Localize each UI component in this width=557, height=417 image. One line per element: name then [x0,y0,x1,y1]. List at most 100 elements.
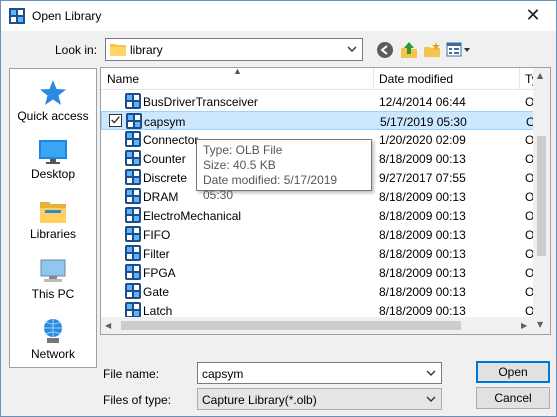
filename-label: File name: [103,367,160,381]
computer-icon [40,259,66,282]
file-row[interactable]: ElectroMechanical 8/18/2009 00:13 OI [101,206,550,225]
column-name[interactable]: Name [107,72,139,86]
file-date: 8/18/2009 00:13 [379,152,466,166]
olb-file-icon [125,93,141,109]
file-date: 8/18/2009 00:13 [379,228,466,242]
place-this-pc[interactable]: This PC [10,257,96,301]
scroll-up-icon[interactable]: ▲ [537,71,543,80]
column-date-modified[interactable]: Date modified [379,72,453,86]
file-row[interactable]: Filter 8/18/2009 00:13 OI [101,244,550,263]
back-icon[interactable] [375,40,395,60]
place-label: This PC [31,287,75,301]
view-menu-icon[interactable] [445,40,473,60]
file-row[interactable]: Gate 8/18/2009 00:13 OI [101,282,550,301]
place-desktop[interactable]: Desktop [10,139,96,181]
scroll-thumb[interactable] [121,321,461,330]
window-title: Open Library [32,9,102,23]
file-row[interactable]: BusDriverTransceiver 12/4/2014 06:44 OI [101,92,550,111]
up-folder-icon[interactable] [399,40,419,60]
vertical-scrollbar[interactable]: ▲ ▼ [533,68,550,334]
file-name: Latch [143,304,173,318]
scroll-left-icon[interactable]: ◀ [105,321,111,330]
file-name: Counter [143,152,186,166]
libraries-icon [40,202,66,223]
filename-value: capsym [202,367,244,381]
file-name: DRAM [143,190,179,204]
olb-file-icon [125,169,141,185]
file-date: 1/20/2020 02:09 [379,133,466,147]
file-info-tooltip: Type: OLB File Size: 40.5 KB Date modifi… [196,139,372,202]
horizontal-scrollbar[interactable]: ◀ ▶ [101,317,533,334]
row-checkbox[interactable] [109,114,122,127]
scroll-right-icon[interactable]: ▶ [521,321,527,330]
olb-file-icon [125,150,141,166]
file-name: BusDriverTransceiver [143,95,258,109]
chevron-down-icon [347,46,357,52]
file-date: 8/18/2009 00:13 [379,247,466,261]
file-row[interactable]: FPGA 8/18/2009 00:13 OI [101,263,550,282]
places-bar: Quick access Desktop Libraries This PC N… [9,68,97,368]
star-icon [40,80,66,105]
close-button[interactable]: ✕ [510,1,556,31]
tooltip-type: Type: OLB File [203,143,283,157]
olb-file-icon [125,188,141,204]
file-date: 12/4/2014 06:44 [379,95,466,109]
place-libraries[interactable]: Libraries [10,197,96,241]
filename-input[interactable]: capsym [197,362,442,384]
scroll-thumb[interactable] [537,136,546,256]
olb-file-icon [125,226,141,242]
close-icon: ✕ [525,5,541,26]
tooltip-size: Size: 40.5 KB [203,158,276,172]
desktop-icon [39,140,67,164]
new-folder-icon[interactable] [422,40,442,60]
file-date: 8/18/2009 00:13 [379,285,466,299]
title-bar: Open Library ✕ [1,1,556,31]
place-quick-access[interactable]: Quick access [10,79,96,123]
file-name: ElectroMechanical [143,209,242,223]
place-label: Quick access [17,109,89,123]
folder-icon [110,44,126,56]
open-library-dialog: Open Library ✕ Look in: library Quick ac… [0,0,557,417]
lookin-dropdown[interactable]: library [105,38,363,61]
olb-file-icon [125,302,141,318]
olb-file-icon [125,207,141,223]
file-name: Connector [143,133,199,147]
file-name: FPGA [143,266,176,280]
file-name: Filter [143,247,170,261]
file-name: FIFO [143,228,171,242]
place-label: Desktop [30,167,76,181]
chevron-down-icon[interactable] [426,367,436,379]
lookin-label: Look in: [55,43,98,57]
cancel-button[interactable]: Cancel [476,387,550,409]
file-name: Gate [143,285,170,299]
file-date: 5/17/2019 05:30 [380,115,467,129]
file-row[interactable]: capsym5/17/2019 05:30OI [101,111,550,130]
filetype-label: Files of type: [103,393,172,407]
place-label: Network [30,347,75,361]
app-icon [9,8,25,24]
file-row[interactable]: FIFO 8/18/2009 00:13 OI [101,225,550,244]
open-button[interactable]: Open [476,361,550,383]
place-network[interactable]: Network [10,317,96,361]
file-date: 8/18/2009 00:13 [379,190,466,204]
filetype-dropdown[interactable]: Capture Library(*.olb) [197,388,442,410]
olb-file-icon [126,113,142,129]
lookin-value: library [130,43,163,57]
olb-file-icon [125,283,141,299]
network-icon [44,319,62,343]
file-date: 8/18/2009 00:13 [379,266,466,280]
file-name: capsym [144,115,186,129]
place-label: Libraries [29,227,77,241]
file-date: 8/18/2009 00:13 [379,304,466,318]
file-date: 9/27/2017 07:55 [379,171,466,185]
scroll-down-icon[interactable]: ▼ [537,320,543,329]
tooltip-modified: Date modified: 5/17/2019 05:30 [203,173,338,202]
olb-file-icon [125,131,141,147]
file-name: Discrete [143,171,188,185]
file-date: 8/18/2009 00:13 [379,209,466,223]
olb-file-icon [125,245,141,261]
filetype-value: Capture Library(*.olb) [202,393,317,407]
file-list-header: ▲ Name Date modified Ty [101,68,550,90]
chevron-down-icon [426,396,436,402]
sort-up-icon: ▲ [233,67,242,76]
